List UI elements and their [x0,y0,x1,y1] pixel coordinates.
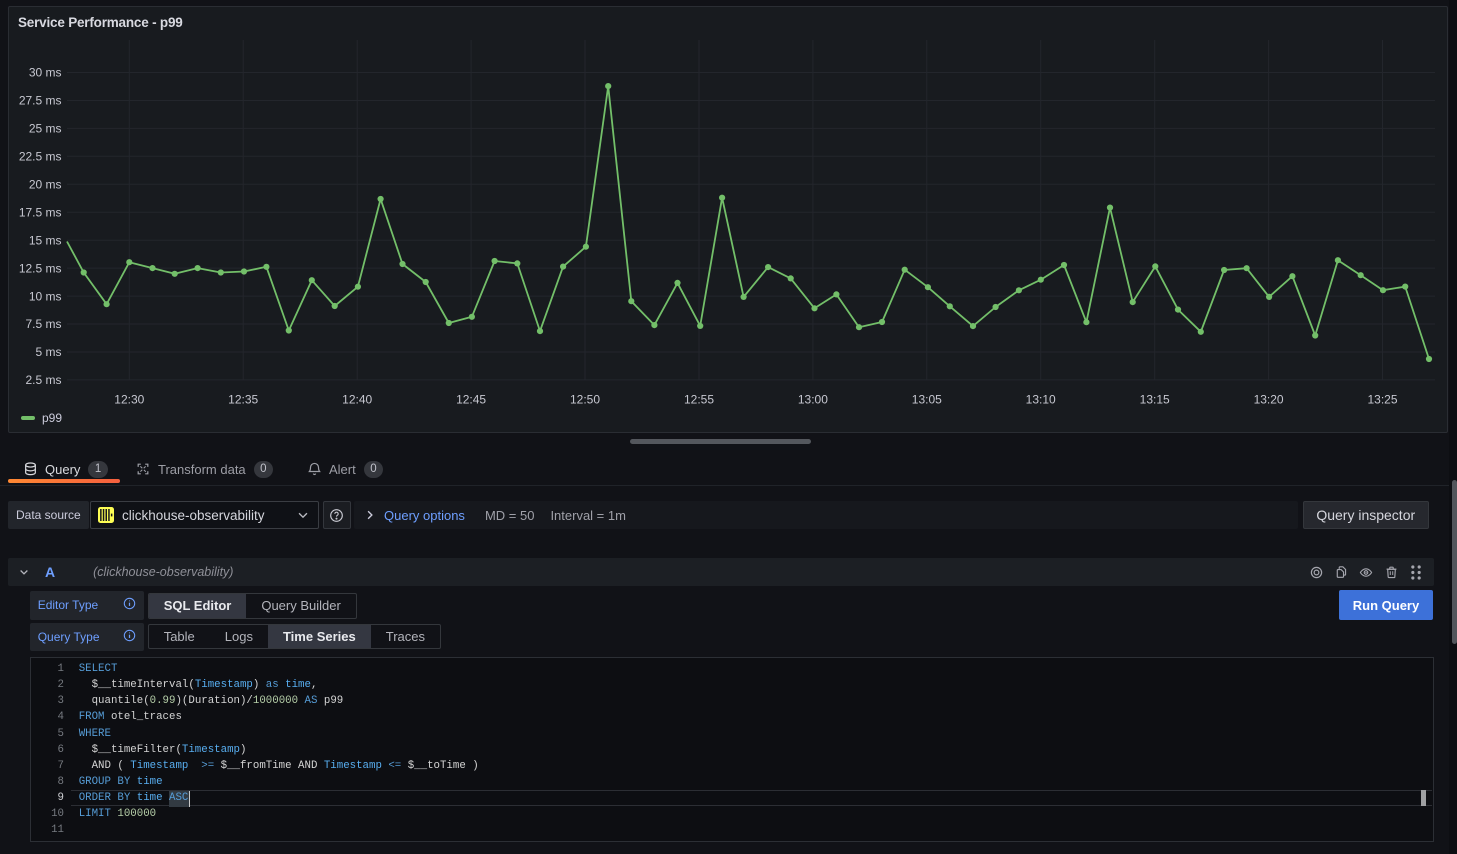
svg-text:27.5 ms: 27.5 ms [19,94,62,108]
svg-text:13:25: 13:25 [1367,393,1397,407]
svg-text:30 ms: 30 ms [29,66,62,80]
svg-text:13:20: 13:20 [1254,393,1284,407]
svg-text:12:50: 12:50 [570,393,600,407]
svg-text:22.5 ms: 22.5 ms [19,150,62,164]
svg-text:12:40: 12:40 [342,393,372,407]
svg-text:12:55: 12:55 [684,393,714,407]
svg-text:13:15: 13:15 [1140,393,1170,407]
svg-text:7.5 ms: 7.5 ms [25,317,61,331]
svg-text:5 ms: 5 ms [35,345,61,359]
svg-text:13:00: 13:00 [798,393,828,407]
svg-text:10 ms: 10 ms [29,289,62,303]
svg-text:17.5 ms: 17.5 ms [19,205,62,219]
svg-text:2.5 ms: 2.5 ms [25,373,61,387]
svg-text:12:45: 12:45 [456,393,486,407]
svg-text:13:10: 13:10 [1026,393,1056,407]
svg-text:12:35: 12:35 [228,393,258,407]
svg-text:12:30: 12:30 [114,393,144,407]
svg-text:13:05: 13:05 [912,393,942,407]
svg-text:15 ms: 15 ms [29,233,62,247]
svg-text:20 ms: 20 ms [29,178,62,192]
svg-text:25 ms: 25 ms [29,122,62,136]
svg-text:12.5 ms: 12.5 ms [19,261,62,275]
